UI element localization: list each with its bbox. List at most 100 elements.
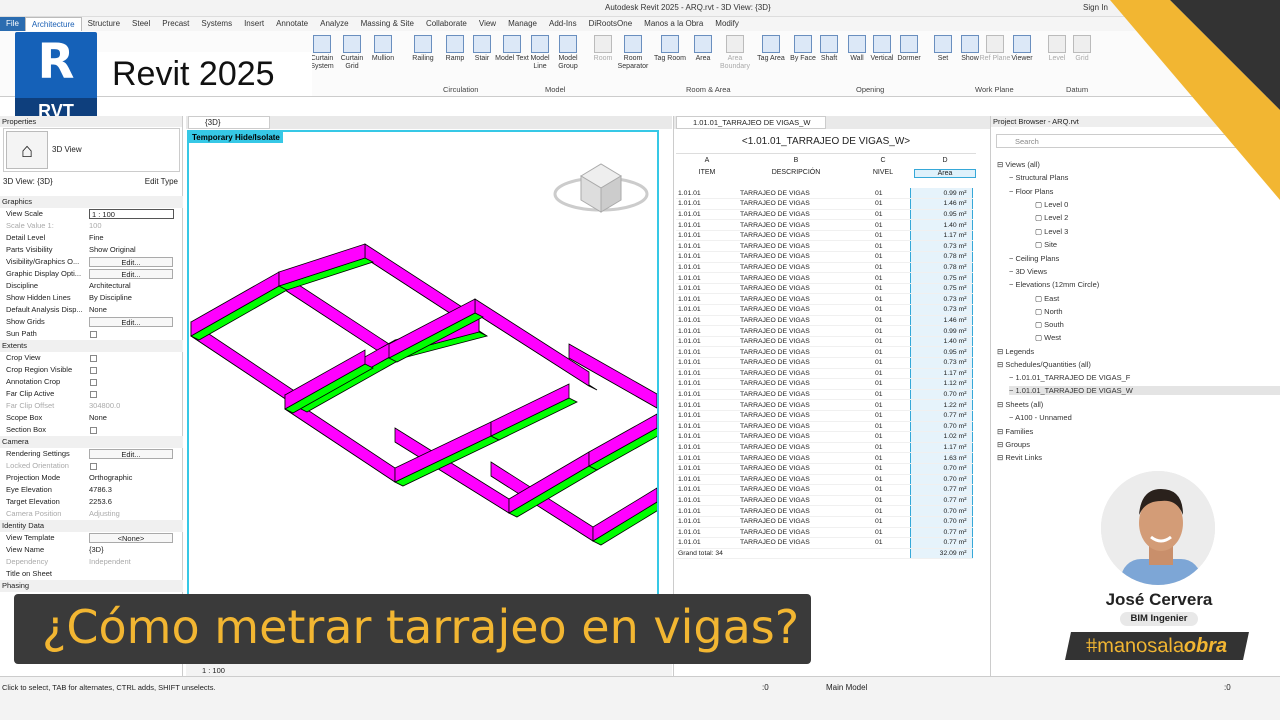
main-model-label[interactable]: Main Model [826, 683, 867, 692]
table-cell[interactable]: 1.01.01 [676, 368, 738, 380]
area-button[interactable]: Area [686, 35, 720, 63]
table-cell[interactable]: 1.01.01 [676, 251, 738, 263]
property-checkbox[interactable] [90, 331, 97, 338]
property-edit-button[interactable]: Edit... [89, 257, 173, 267]
table-cell[interactable]: 1.01.01 [676, 357, 738, 369]
table-cell[interactable]: TARRAJEO DE VIGAS [738, 399, 848, 411]
table-cell[interactable]: 0.95 m² [909, 346, 973, 358]
browser-tree-item[interactable]: ▢ North [1035, 307, 1063, 316]
tree-toggle-icon[interactable]: ▢ [1035, 227, 1044, 236]
table-cell[interactable]: TARRAJEO DE VIGAS [738, 537, 848, 549]
stair-button[interactable]: Stair [465, 35, 499, 63]
table-cell[interactable]: 0.70 m² [909, 505, 973, 517]
table-cell[interactable]: 01 [848, 240, 910, 253]
table-cell[interactable]: 1.12 m² [909, 378, 973, 390]
table-cell[interactable]: 01 [848, 325, 910, 337]
tab-schedule[interactable]: 1.01.01_TARRAJEO DE VIGAS_W [676, 116, 826, 129]
schedule-column-letter[interactable]: D [914, 157, 976, 164]
browser-tree-item[interactable]: − Structural Plans [1009, 173, 1068, 182]
table-cell[interactable]: 0.75 m² [909, 283, 973, 295]
table-cell[interactable]: 0.75 m² [909, 272, 973, 284]
sign-in-link[interactable]: Sign In [1083, 3, 1108, 12]
browser-tree-item[interactable]: − 1.01.01_TARRAJEO DE VIGAS_F [1009, 373, 1130, 382]
schedule-table[interactable]: 1.01.01 TARRAJEO DE VIGAS 01 0.99 m² 1.01.01… [676, 188, 973, 560]
table-row[interactable]: 1.01.01 TARRAJEO DE VIGAS 01 0.70 m² [676, 421, 973, 433]
table-cell[interactable]: 01 [848, 336, 910, 348]
table-cell[interactable]: 01 [848, 421, 910, 433]
table-cell[interactable]: 1.02 m² [909, 431, 973, 443]
table-cell[interactable]: 1.01.01 [676, 219, 738, 231]
tab-annotate[interactable]: Annotate [270, 17, 314, 31]
table-row[interactable]: 1.01.01 TARRAJEO DE VIGAS 01 0.75 m² [676, 272, 973, 284]
table-row[interactable]: 1.01.01 TARRAJEO DE VIGAS 01 0.70 m² [676, 505, 973, 517]
table-cell[interactable]: 01 [848, 272, 910, 284]
table-row[interactable]: 1.01.01 TARRAJEO DE VIGAS 01 0.73 m² [676, 240, 973, 253]
table-cell[interactable]: 01 [848, 219, 910, 231]
browser-tree-item[interactable]: ▢ South [1035, 320, 1064, 329]
table-cell[interactable]: 01 [848, 283, 910, 295]
property-edit-button[interactable]: Edit... [89, 317, 173, 327]
table-row[interactable]: 1.01.01 TARRAJEO DE VIGAS 01 1.40 m² [676, 219, 973, 231]
table-cell[interactable]: 01 [848, 378, 910, 390]
table-cell[interactable]: TARRAJEO DE VIGAS [738, 484, 848, 496]
table-cell[interactable]: 01 [848, 315, 910, 327]
schedule-column-header[interactable]: NIVEL [852, 169, 914, 176]
table-cell[interactable]: 1.01.01 [676, 198, 738, 210]
table-row[interactable]: 1.01.01 TARRAJEO DE VIGAS 01 0.73 m² [676, 293, 973, 306]
table-cell[interactable]: 1.01.01 [676, 346, 738, 358]
table-cell[interactable]: 1.01.01 [676, 378, 738, 390]
table-cell[interactable]: 1.01.01 [676, 474, 738, 486]
table-cell[interactable]: TARRAJEO DE VIGAS [738, 495, 848, 507]
table-cell[interactable]: 0.73 m² [909, 304, 973, 316]
table-cell[interactable]: 1.01.01 [676, 230, 738, 242]
property-checkbox[interactable] [90, 427, 97, 434]
tree-toggle-icon[interactable]: ▢ [1035, 294, 1044, 303]
table-cell[interactable]: 0.70 m² [909, 389, 973, 401]
table-row[interactable]: 1.01.01 TARRAJEO DE VIGAS 01 0.77 m² [676, 484, 973, 496]
viewer-button[interactable]: Viewer [1005, 35, 1039, 63]
table-row[interactable]: 1.01.01 TARRAJEO DE VIGAS 01 0.70 m² [676, 389, 973, 401]
table-cell[interactable]: 01 [848, 463, 910, 475]
table-cell[interactable]: 0.77 m² [909, 410, 973, 422]
property-section[interactable]: Extents [0, 340, 183, 352]
table-cell[interactable]: TARRAJEO DE VIGAS [738, 230, 848, 242]
browser-tree-item[interactable]: − Floor Plans [1009, 187, 1053, 196]
table-cell[interactable]: 0.73 m² [909, 293, 973, 306]
table-row[interactable]: 1.01.01 TARRAJEO DE VIGAS 01 1.02 m² [676, 431, 973, 443]
table-cell[interactable]: 01 [848, 527, 910, 539]
table-row[interactable]: 1.01.01 TARRAJEO DE VIGAS 01 0.70 m² [676, 474, 973, 486]
browser-tree-item[interactable]: ⊟ Views (all) [997, 160, 1040, 169]
table-cell[interactable]: TARRAJEO DE VIGAS [738, 325, 848, 337]
table-cell[interactable]: 01 [848, 198, 910, 210]
type-selector[interactable]: ⌂ 3D View [3, 128, 180, 172]
table-cell[interactable]: 1.01.01 [676, 431, 738, 443]
table-cell[interactable]: 1.01.01 [676, 442, 738, 454]
tab-steel[interactable]: Steel [126, 17, 156, 31]
table-cell[interactable]: TARRAJEO DE VIGAS [738, 262, 848, 274]
table-cell[interactable]: TARRAJEO DE VIGAS [738, 421, 848, 433]
table-row[interactable]: 1.01.01 TARRAJEO DE VIGAS 01 1.40 m² [676, 336, 973, 348]
table-cell[interactable]: 0.70 m² [909, 421, 973, 433]
table-cell[interactable]: 1.40 m² [909, 219, 973, 231]
property-checkbox[interactable] [90, 367, 97, 374]
schedule-column-letter[interactable]: A [676, 157, 738, 164]
browser-tree-item[interactable]: − A100 - Unnamed [1009, 413, 1072, 422]
table-cell[interactable]: 1.01.01 [676, 527, 738, 539]
tab-manos-a-la-obra[interactable]: Manos a la Obra [638, 17, 709, 31]
table-cell[interactable]: 0.78 m² [909, 262, 973, 274]
table-row[interactable]: 1.01.01 TARRAJEO DE VIGAS 01 0.78 m² [676, 251, 973, 263]
property-edit-button[interactable]: <None> [89, 533, 173, 543]
browser-tree-item[interactable]: ⊟ Groups [997, 440, 1030, 449]
table-cell[interactable]: TARRAJEO DE VIGAS [738, 505, 848, 517]
browser-tree-item[interactable]: ⊟ Revit Links [997, 453, 1042, 462]
table-row[interactable]: 1.01.01 TARRAJEO DE VIGAS 01 1.46 m² [676, 315, 973, 327]
table-cell[interactable]: 1.01.01 [676, 537, 738, 549]
table-row[interactable]: 1.01.01 TARRAJEO DE VIGAS 01 0.99 m² [676, 188, 973, 200]
table-cell[interactable]: 1.01.01 [676, 336, 738, 348]
tab-view[interactable]: View [473, 17, 502, 31]
browser-tree-item[interactable]: − Elevations (12mm Circle) [1009, 280, 1099, 289]
table-row[interactable]: 1.01.01 TARRAJEO DE VIGAS 01 0.77 m² [676, 537, 973, 549]
table-row[interactable]: 1.01.01 TARRAJEO DE VIGAS 01 0.70 m² [676, 463, 973, 475]
table-cell[interactable]: 01 [848, 410, 910, 422]
property-edit-button[interactable]: Edit... [89, 449, 173, 459]
